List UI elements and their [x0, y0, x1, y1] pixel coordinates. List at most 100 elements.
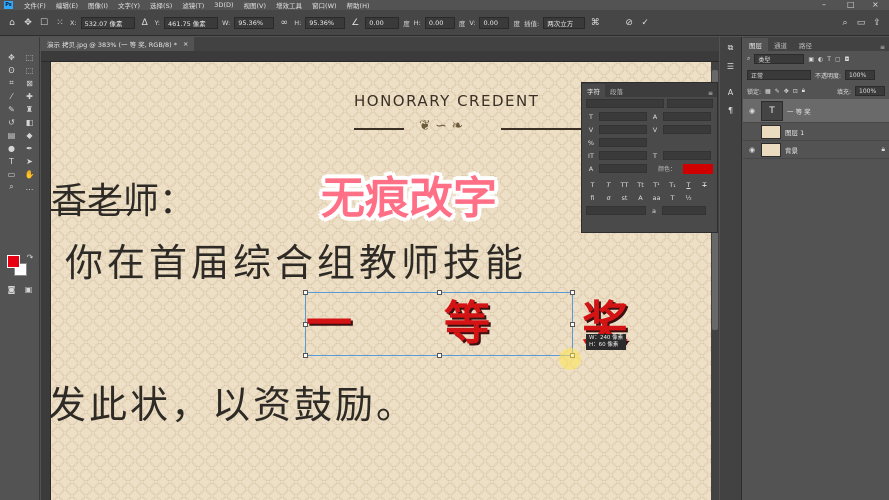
frame-tool-icon[interactable]: ⊠ — [21, 77, 38, 89]
layer-row-award-text[interactable]: ◉ T 一 等 奖 — [743, 99, 889, 123]
language-select[interactable] — [586, 206, 646, 215]
marquee-tool-icon[interactable]: ⬚ — [21, 51, 38, 63]
kerning-field[interactable] — [599, 125, 647, 134]
search-icon[interactable]: ⌕ — [839, 17, 851, 29]
filter-adjustment-icon[interactable]: ◐ — [818, 56, 823, 63]
small-caps-icon[interactable]: Tt — [634, 181, 647, 189]
all-caps-icon[interactable]: TT — [618, 181, 631, 189]
faux-italic-icon[interactable]: T — [602, 181, 615, 189]
swash-icon[interactable]: st — [618, 194, 631, 202]
layer-filter-select[interactable]: 类型 — [754, 54, 805, 64]
transform-handle-mr[interactable] — [570, 322, 575, 327]
paragraph-panel-icon[interactable]: ¶ — [723, 103, 739, 117]
lasso-tool-icon[interactable]: ʘ — [3, 64, 20, 76]
proportional-spacing-field[interactable] — [599, 138, 647, 147]
faux-bold-icon[interactable]: T — [586, 181, 599, 189]
eyedropper-tool-icon[interactable]: ⁄ — [3, 90, 20, 102]
minimize-icon[interactable]: – — [822, 0, 826, 9]
lock-pixels-icon[interactable]: ▦ — [765, 88, 771, 95]
menu-type[interactable]: 文字(Y) — [113, 0, 145, 10]
oldstyle-icon[interactable]: ơ — [602, 194, 615, 202]
lock-brush-icon[interactable]: ✎ — [775, 88, 780, 95]
move-tool-icon[interactable]: ✥ — [3, 51, 20, 63]
menu-select[interactable]: 选择(S) — [145, 0, 177, 10]
font-family-select[interactable] — [586, 99, 664, 108]
swap-colors-icon[interactable]: ↷ — [25, 251, 35, 263]
superscript-icon[interactable]: T¹ — [650, 181, 663, 189]
path-select-tool-icon[interactable]: ➤ — [21, 155, 38, 167]
baseline-shift-field[interactable] — [599, 164, 647, 173]
tab-character[interactable]: 字符 — [582, 84, 605, 97]
transform-handle-bc[interactable] — [437, 353, 442, 358]
menu-view[interactable]: 视图(V) — [239, 0, 272, 10]
dodge-tool-icon[interactable]: ● — [3, 142, 20, 154]
fractions-icon[interactable]: ½ — [682, 194, 695, 202]
cancel-transform-icon[interactable]: ⊘ — [623, 17, 635, 29]
lock-artboard-icon[interactable]: ⊡ — [793, 88, 798, 95]
menu-edit[interactable]: 编辑(E) — [51, 0, 83, 10]
leading-field[interactable] — [663, 112, 711, 121]
transform-handle-tl[interactable] — [303, 290, 308, 295]
visibility-eye-icon[interactable]: ◉ — [747, 146, 757, 154]
menu-help[interactable]: 帮助(H) — [342, 0, 375, 10]
visibility-eye-icon[interactable]: ◉ — [747, 107, 757, 115]
home-icon[interactable]: ⌂ — [6, 17, 18, 29]
height-field[interactable]: 95.36% — [305, 16, 346, 29]
horizontal-scale-field[interactable] — [663, 151, 711, 160]
tab-paths[interactable]: 路径 — [793, 38, 818, 51]
eraser-tool-icon[interactable]: ◧ — [21, 116, 38, 128]
menu-window[interactable]: 窗口(W) — [307, 0, 342, 10]
blend-mode-select[interactable]: 正常 — [747, 70, 811, 80]
transform-handle-tr[interactable] — [570, 290, 575, 295]
interpolation-select[interactable]: 两次立方 — [543, 16, 586, 29]
reference-point-icon[interactable]: ⁙ — [54, 17, 66, 29]
menu-filter[interactable]: 滤镜(T) — [177, 0, 209, 10]
stamp-tool-icon[interactable]: ♜ — [21, 103, 38, 115]
history-panel-icon[interactable]: ⧉ — [723, 41, 739, 55]
healing-tool-icon[interactable]: ✚ — [21, 90, 38, 102]
gradient-tool-icon[interactable]: ▤ — [3, 129, 20, 141]
transform-bounding-box[interactable] — [303, 290, 575, 358]
font-style-select[interactable] — [667, 99, 713, 108]
close-icon[interactable]: × — [872, 0, 879, 9]
document-tab[interactable]: 演示 拷贝.jpg @ 383% (一 等 奖, RGB/8) * × — [41, 37, 195, 51]
delta-icon[interactable]: Δ — [139, 17, 151, 29]
panel-menu-icon[interactable]: ≡ — [876, 44, 889, 51]
properties-panel-icon[interactable]: ☰ — [723, 59, 739, 73]
screen-mode-icon[interactable]: ▣ — [20, 283, 37, 295]
horizontal-ruler[interactable] — [41, 51, 719, 62]
history-brush-icon[interactable]: ↺ — [3, 116, 20, 128]
close-tab-icon[interactable]: × — [183, 40, 188, 48]
brush-tool-icon[interactable]: ✎ — [3, 103, 20, 115]
tab-paragraph[interactable]: 段落 — [605, 84, 628, 97]
transform-handle-tc[interactable] — [437, 290, 442, 295]
angle-field[interactable]: 0.00 — [365, 16, 400, 29]
quick-mask-icon[interactable]: ◙ — [3, 283, 20, 295]
ligature-icon[interactable]: fi — [586, 194, 599, 202]
lock-all-icon[interactable]: 🔒︎ — [802, 87, 805, 95]
panel-menu-icon[interactable]: ≡ — [704, 90, 717, 97]
opacity-field[interactable]: 100% — [845, 70, 876, 80]
font-size-field[interactable] — [599, 112, 647, 121]
zoom-tool-icon[interactable]: ⌕ — [3, 181, 20, 193]
foreground-color-swatch[interactable] — [7, 255, 20, 268]
alternates-icon[interactable]: A — [634, 194, 647, 202]
maximize-icon[interactable]: □ — [847, 0, 855, 9]
reference-point-checkbox[interactable]: ☐ — [38, 17, 50, 29]
move-tool-icon[interactable]: ✥ — [22, 17, 34, 29]
width-field[interactable]: 95.36% — [234, 16, 275, 29]
type-tool-icon[interactable]: T — [3, 155, 20, 167]
crop-tool-icon[interactable]: ⌗ — [3, 77, 20, 89]
hskew-field[interactable]: 0.00 — [424, 16, 455, 29]
share-icon[interactable]: ⇪ — [871, 17, 883, 29]
object-select-tool-icon[interactable]: ⬚ — [21, 64, 38, 76]
layer-row-background[interactable]: ◉ 背景 🔒︎ — [743, 141, 889, 159]
character-panel-icon[interactable]: A — [723, 85, 739, 99]
filter-type-icon[interactable]: T — [827, 56, 831, 63]
hand-tool-icon[interactable]: ✋ — [21, 168, 38, 180]
subscript-icon[interactable]: T₁ — [666, 181, 679, 189]
filter-smart-icon[interactable]: ◘ — [845, 56, 850, 63]
menu-plugins[interactable]: 增效工具 — [271, 0, 307, 10]
vertical-ruler[interactable] — [41, 62, 51, 500]
menu-image[interactable]: 图像(I) — [83, 0, 113, 10]
